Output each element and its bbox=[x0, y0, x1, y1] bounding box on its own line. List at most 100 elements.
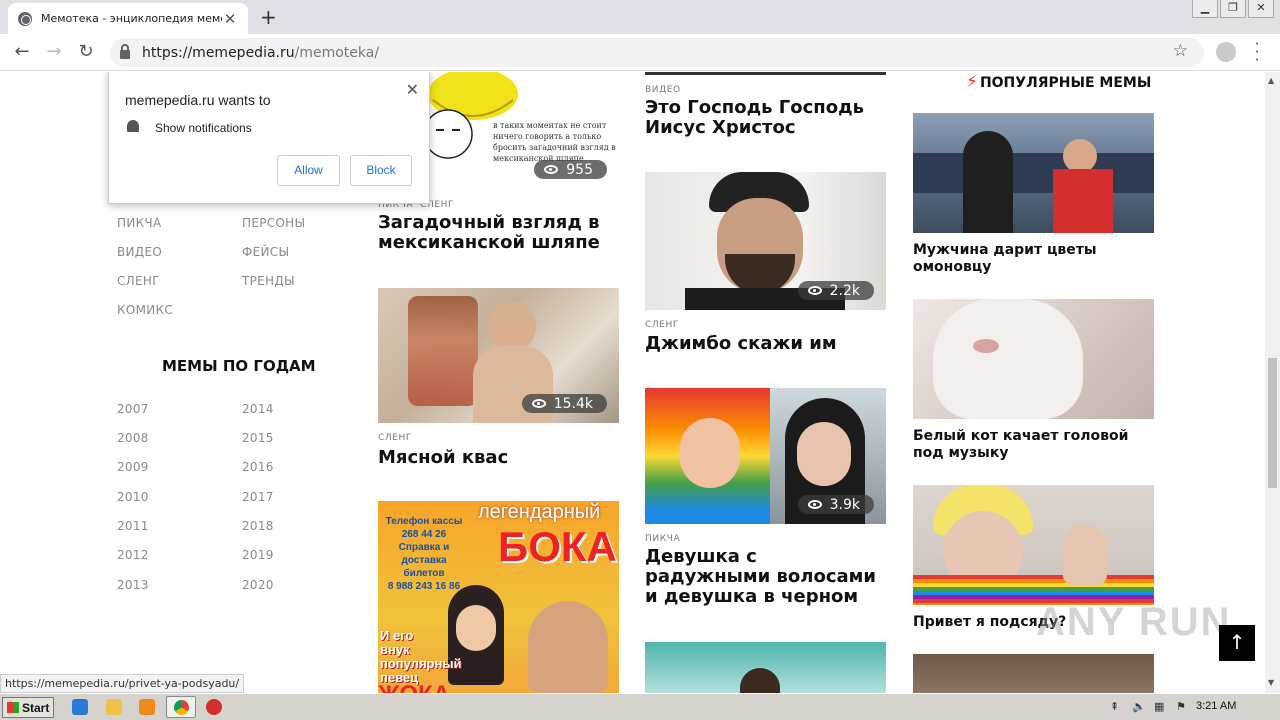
poster-line: 8 988 243 16 86 bbox=[387, 581, 461, 592]
category-pikcha[interactable]: ПИКЧА bbox=[117, 216, 161, 230]
poster-person-face bbox=[456, 605, 496, 651]
view-count-badge: 15.4k bbox=[521, 394, 607, 413]
network-icon[interactable]: ▦ bbox=[1154, 700, 1166, 713]
person-head bbox=[740, 668, 780, 693]
volume-icon[interactable]: 🔈 bbox=[1132, 700, 1146, 713]
block-button[interactable]: Block bbox=[350, 155, 412, 186]
ie-icon[interactable] bbox=[72, 699, 88, 715]
card-tag[interactable]: СЛЕНГ bbox=[378, 433, 412, 443]
category-komiks[interactable]: КОМИКС bbox=[117, 303, 173, 317]
tab-close-icon[interactable]: ✕ bbox=[222, 10, 238, 28]
reload-button[interactable]: ↻ bbox=[74, 41, 98, 65]
eye-icon bbox=[807, 286, 822, 295]
cat-head bbox=[933, 299, 1083, 419]
card-tag[interactable]: СЛЕНГ bbox=[645, 320, 679, 330]
popular-image-4[interactable] bbox=[913, 654, 1154, 693]
forward-button[interactable]: → bbox=[42, 41, 66, 65]
browser-tab[interactable]: Мемотека - энциклопедия мемов ✕ bbox=[8, 3, 248, 34]
year-link[interactable]: 2016 bbox=[242, 460, 274, 474]
popular-title[interactable]: Мужчина дарит цветы омоновцу bbox=[913, 242, 1154, 276]
card-image-jimbo[interactable]: 2.2k bbox=[645, 172, 886, 310]
year-link[interactable]: 2012 bbox=[117, 548, 149, 562]
minimize-button[interactable]: ▁ bbox=[1192, 0, 1218, 18]
bookmark-star-icon[interactable]: ☆ bbox=[1173, 41, 1188, 61]
profile-avatar[interactable] bbox=[1216, 42, 1236, 62]
car-shape bbox=[913, 153, 1154, 193]
browser-toolbar: ← → ↻ https://memepedia.ru/memoteka/ ☆ ·… bbox=[0, 34, 1280, 71]
browser-menu-icon[interactable]: · · · bbox=[1250, 36, 1264, 68]
jar-shape bbox=[408, 296, 478, 406]
vertical-scrollbar[interactable]: ▲ ▼ bbox=[1265, 72, 1280, 693]
tab-title: Мемотека - энциклопедия мемов bbox=[41, 12, 222, 25]
poster-line: доставка билетов bbox=[401, 555, 447, 579]
card-title[interactable]: Это Господь Господь Иисус Христос bbox=[645, 98, 886, 138]
year-link[interactable]: 2009 bbox=[117, 460, 149, 474]
man-head bbox=[1063, 139, 1097, 173]
year-link[interactable]: 2013 bbox=[117, 578, 149, 592]
year-link[interactable]: 2020 bbox=[242, 578, 274, 592]
card-image-boka-poster[interactable]: Телефон кассы 268 44 26 Справка и достав… bbox=[378, 501, 619, 693]
category-video[interactable]: ВИДЕО bbox=[117, 245, 162, 259]
year-link[interactable]: 2007 bbox=[117, 402, 149, 416]
year-link[interactable]: 2008 bbox=[117, 431, 149, 445]
poster-line: 268 44 26 bbox=[401, 529, 447, 540]
view-count: 15.4k bbox=[553, 395, 593, 412]
start-button[interactable]: Start bbox=[2, 697, 54, 718]
girl1-face bbox=[680, 418, 740, 488]
security-app-icon[interactable] bbox=[206, 699, 222, 715]
card-tag[interactable]: ВИДЕО bbox=[645, 85, 681, 95]
new-tab-button[interactable]: + bbox=[260, 5, 277, 29]
lightning-icon: ⚡ bbox=[966, 72, 978, 92]
popular-image-2[interactable] bbox=[913, 299, 1154, 419]
card-tag[interactable]: ПИКЧА bbox=[645, 534, 680, 544]
category-persony[interactable]: ПЕРСОНЫ bbox=[242, 216, 305, 230]
allow-button[interactable]: Allow bbox=[277, 155, 340, 186]
card-title[interactable]: Девушка с радужными волосами и девушка в… bbox=[645, 547, 886, 607]
category-sleng[interactable]: СЛЕНГ bbox=[117, 274, 160, 288]
window-controls: ▁ ❐ ✕ bbox=[1192, 0, 1274, 18]
media-player-icon[interactable] bbox=[139, 699, 155, 715]
card-image-prev[interactable] bbox=[645, 72, 886, 75]
year-link[interactable]: 2017 bbox=[242, 490, 274, 504]
category-trendy[interactable]: ТРЕНДЫ bbox=[242, 274, 295, 288]
scroll-down-icon[interactable]: ▼ bbox=[1268, 678, 1274, 687]
scroll-to-top-button[interactable]: ↑ bbox=[1219, 625, 1255, 661]
url-host: https://memepedia.ru bbox=[142, 44, 295, 61]
start-label: Start bbox=[22, 700, 50, 715]
year-link[interactable]: 2010 bbox=[117, 490, 149, 504]
card-image-next[interactable] bbox=[645, 642, 886, 693]
card-image-myasnoy-kvas[interactable]: 15.4k bbox=[378, 288, 619, 423]
tray-arrow-icon[interactable]: ⇞ bbox=[1110, 700, 1122, 713]
maximize-button[interactable]: ❐ bbox=[1220, 0, 1246, 18]
scroll-up-icon[interactable]: ▲ bbox=[1268, 76, 1274, 85]
year-link[interactable]: 2014 bbox=[242, 402, 274, 416]
back-button[interactable]: ← bbox=[10, 41, 34, 65]
close-icon[interactable]: ✕ bbox=[406, 80, 419, 100]
chrome-taskbar-button[interactable] bbox=[166, 696, 196, 718]
windows-logo-icon bbox=[7, 702, 19, 713]
poster-name: БОКА bbox=[498, 523, 617, 570]
popular-image-1[interactable] bbox=[913, 113, 1154, 233]
notification-title: memepedia.ru wants to bbox=[125, 92, 271, 108]
popular-image-3[interactable] bbox=[913, 485, 1154, 605]
card-image-rainbow-girl[interactable]: 3.9k bbox=[645, 388, 886, 524]
category-feysy[interactable]: ФЕЙСЫ bbox=[242, 245, 289, 259]
globe-icon bbox=[18, 11, 32, 26]
address-bar[interactable]: https://memepedia.ru/memoteka/ ☆ bbox=[110, 38, 1204, 67]
scrollbar-thumb[interactable] bbox=[1268, 358, 1277, 488]
chrome-icon bbox=[174, 700, 189, 715]
card-title[interactable]: Джимбо скажи им bbox=[645, 334, 886, 354]
view-count: 2.2k bbox=[829, 282, 860, 299]
year-link[interactable]: 2015 bbox=[242, 431, 274, 445]
flag-icon[interactable]: ⚑ bbox=[1176, 700, 1188, 713]
popular-title[interactable]: Белый кот качает головой под музыку bbox=[913, 428, 1154, 462]
year-link[interactable]: 2011 bbox=[117, 519, 149, 533]
notification-permission-popup: memepedia.ru wants to ✕ Show notificatio… bbox=[108, 72, 430, 204]
card-title[interactable]: Мясной квас bbox=[378, 448, 618, 468]
poster-bottom-text: И его внук популярный певец bbox=[380, 629, 461, 685]
close-window-button[interactable]: ✕ bbox=[1248, 0, 1274, 18]
folder-icon[interactable] bbox=[106, 699, 122, 715]
year-link[interactable]: 2018 bbox=[242, 519, 274, 533]
year-link[interactable]: 2019 bbox=[242, 548, 274, 562]
card-title[interactable]: Загадочный взгляд в мексиканской шляпе bbox=[378, 213, 618, 253]
